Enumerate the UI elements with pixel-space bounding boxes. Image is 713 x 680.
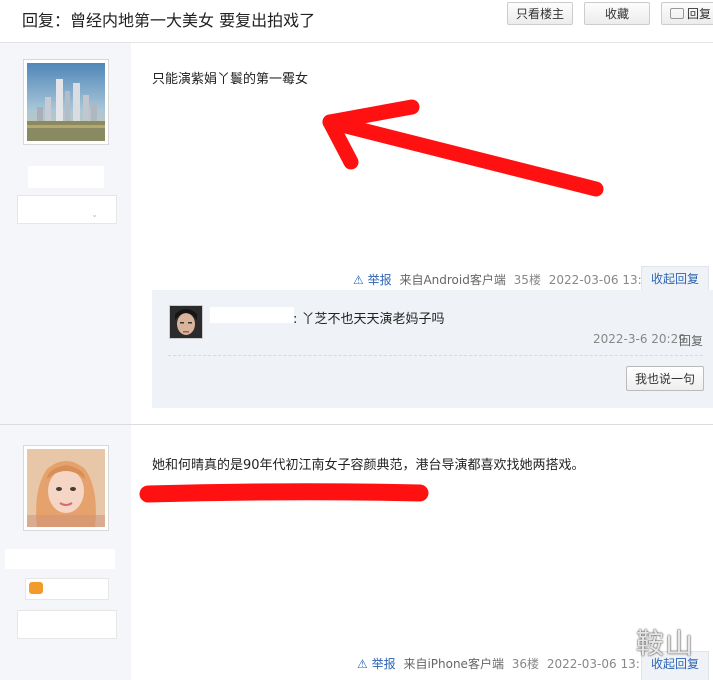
post-floor: 36楼 [511,657,540,671]
reply-avatar[interactable] [169,305,203,339]
post-meta: ⚠ 举报 来自Android客户端 35楼 2022-03-06 13:12 [353,271,657,288]
reply-reply-link[interactable]: 回复 [679,332,703,349]
report-label: 举报 [371,657,396,671]
report-label: 举报 [367,273,392,287]
reply-text: : 丫芝不也天天演老妈子吗 [293,312,445,327]
thread-title: 回复：曾经内地第一大美女 要复出拍戏了 [22,11,316,30]
reply-button[interactable]: 回复 [661,2,713,25]
post-source: 来自Android客户端 [399,273,506,287]
reply-time: 2022-3-6 20:29 [593,332,686,346]
post-content: 她和何晴真的是90年代初江南女子容颜典范，港台导演都喜欢找她两搭戏。 [152,458,585,473]
user-badge-box [17,610,117,639]
post-meta: ⚠ 举报 来自iPhone客户端 36楼 2022-03-06 13:12 [357,655,655,672]
thread-header: 回复：曾经内地第一大美女 要复出拍戏了 只看楼主 收藏 回复 [0,0,713,43]
post-36: 她和何晴真的是90年代初江南女子容颜典范，港台导演都喜欢找她两搭戏。 ⚠ 举报 … [0,425,713,680]
report-link[interactable]: ⚠ 举报 [357,657,396,671]
favorite-button[interactable]: 收藏 [584,2,650,25]
username-hidden [5,549,115,569]
user-level-badge [25,578,109,600]
level-badge-icon [29,582,43,594]
face-image [170,306,202,338]
city-skyline-image [27,63,105,141]
reply-button-label: 回复 [687,7,712,21]
reply-username-hidden [210,307,294,323]
warning-icon: ⚠ [357,657,368,671]
post-35: ⌄ 只能演紫娟丫鬟的第一霉女 ⚠ 举报 来自Android客户端 35楼 202… [0,43,713,424]
reply-area: : 丫芝不也天天演老妈子吗 2022-3-6 20:29 回复 我也说一句 [152,290,713,408]
collapse-replies-button[interactable]: 收起回复 [641,266,709,290]
avatar[interactable] [23,59,109,145]
badge-mark: ⌄ [91,210,98,219]
reply-divider [168,355,703,356]
comment-icon [670,8,684,19]
user-badge-box: ⌄ [17,195,117,224]
say-something-button[interactable]: 我也说一句 [626,366,704,391]
username-hidden [28,166,104,188]
post-source: 来自iPhone客户端 [403,657,504,671]
watermark: 鞍山 [636,627,695,660]
woman-portrait-image [27,449,105,527]
report-link[interactable]: ⚠ 举报 [353,273,392,287]
warning-icon: ⚠ [353,273,364,287]
avatar[interactable] [23,445,109,531]
post-floor: 35楼 [513,273,541,287]
post-content: 只能演紫娟丫鬟的第一霉女 [152,72,309,87]
only-op-button[interactable]: 只看楼主 [507,2,573,25]
